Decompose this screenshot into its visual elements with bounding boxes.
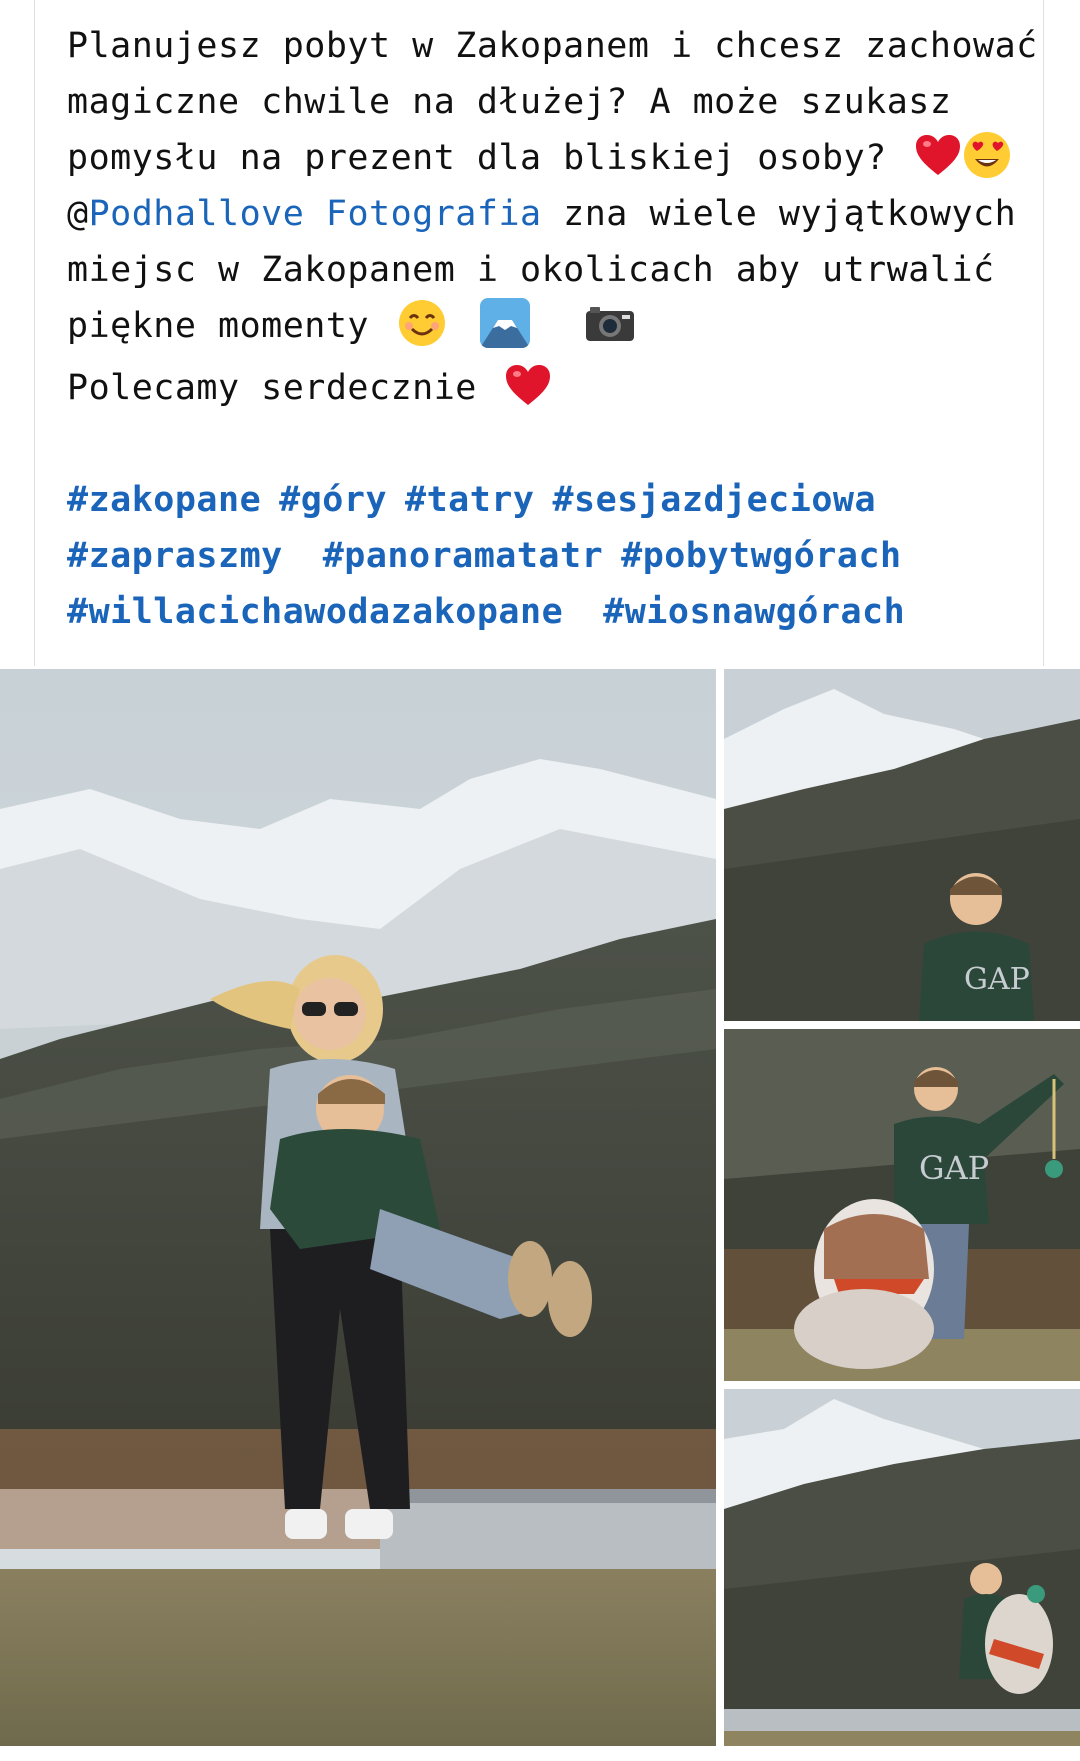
- at-sign: @: [67, 194, 89, 234]
- hashtag-link[interactable]: #zakopane: [67, 480, 261, 520]
- hashtag-link[interactable]: #wiosnawgórach: [603, 592, 905, 632]
- photo-gallery: GAP GAP: [0, 666, 1080, 1761]
- post-line-2: magiczne chwile na dłużej? A może szukas…: [67, 82, 952, 122]
- photo-boy-dog-jump[interactable]: [724, 1389, 1080, 1746]
- gap-logo: GAP: [919, 1149, 989, 1187]
- hashtag-link[interactable]: #panoramatatr: [323, 536, 603, 576]
- post-text: Planujesz pobyt w Zakopanem i chcesz zac…: [67, 18, 1038, 640]
- photo-boy-with-dog[interactable]: GAP: [724, 1029, 1080, 1381]
- post-line-4-text: zna wiele wyjątkowych: [541, 194, 1017, 234]
- mention-link[interactable]: Podhallove Fotografia: [89, 194, 542, 234]
- hashtag-line-3: #willacichawodazakopane #wiosnawgórach: [67, 584, 1017, 640]
- heart-eyes-icon: [962, 130, 1012, 180]
- photo-boy-portrait[interactable]: GAP: [724, 669, 1080, 1021]
- heart-icon: [504, 363, 552, 407]
- main-photo[interactable]: [0, 669, 716, 1746]
- hashtag-block: #zakopane #góry #tatry #sesjazdjeciowa #zap…: [67, 472, 1017, 640]
- camera-icon: [584, 303, 636, 343]
- hashtag-link[interactable]: #sesjazdjeciowa: [552, 480, 876, 520]
- post-line-7-text: Polecamy serdecznie: [67, 368, 477, 408]
- smiling-face-icon: [397, 298, 447, 348]
- hashtag-link[interactable]: #zapraszmy: [67, 536, 283, 576]
- post-card: Planujesz pobyt w Zakopanem i chcesz zac…: [34, 0, 1044, 666]
- post-line-3-text: pomysłu na prezent dla bliskiej osoby?: [67, 138, 887, 178]
- post-line-6-text: piękne momenty: [67, 306, 370, 346]
- heart-icon: [914, 133, 962, 177]
- post-line-5: miejsc w Zakopanem i okolicach aby utrwa…: [67, 250, 995, 290]
- hashtag-link[interactable]: #pobytwgórach: [621, 536, 901, 576]
- hashtag-link[interactable]: #willacichawodazakopane: [67, 592, 563, 632]
- hashtag-link[interactable]: #tatry: [405, 480, 534, 520]
- post-line-6: piękne momenty: [67, 298, 1017, 360]
- hashtag-link[interactable]: #góry: [279, 480, 387, 520]
- gap-logo: GAP: [964, 962, 1030, 997]
- hashtag-line-1: #zakopane #góry #tatry #sesjazdjeciowa: [67, 472, 1017, 528]
- post-line-3: pomysłu na prezent dla bliskiej osoby?: [67, 130, 1017, 186]
- post-line-1: Planujesz pobyt w Zakopanem i chcesz zac…: [67, 26, 1038, 66]
- post-line-4: @Podhallove Fotografia zna wiele wyjątko…: [67, 186, 1017, 242]
- hashtag-line-2: #zapraszmy #panoramatatr #pobytwgórach: [67, 528, 1017, 584]
- post-line-7: Polecamy serdecznie: [67, 360, 1017, 416]
- mount-fuji-icon: [480, 298, 531, 348]
